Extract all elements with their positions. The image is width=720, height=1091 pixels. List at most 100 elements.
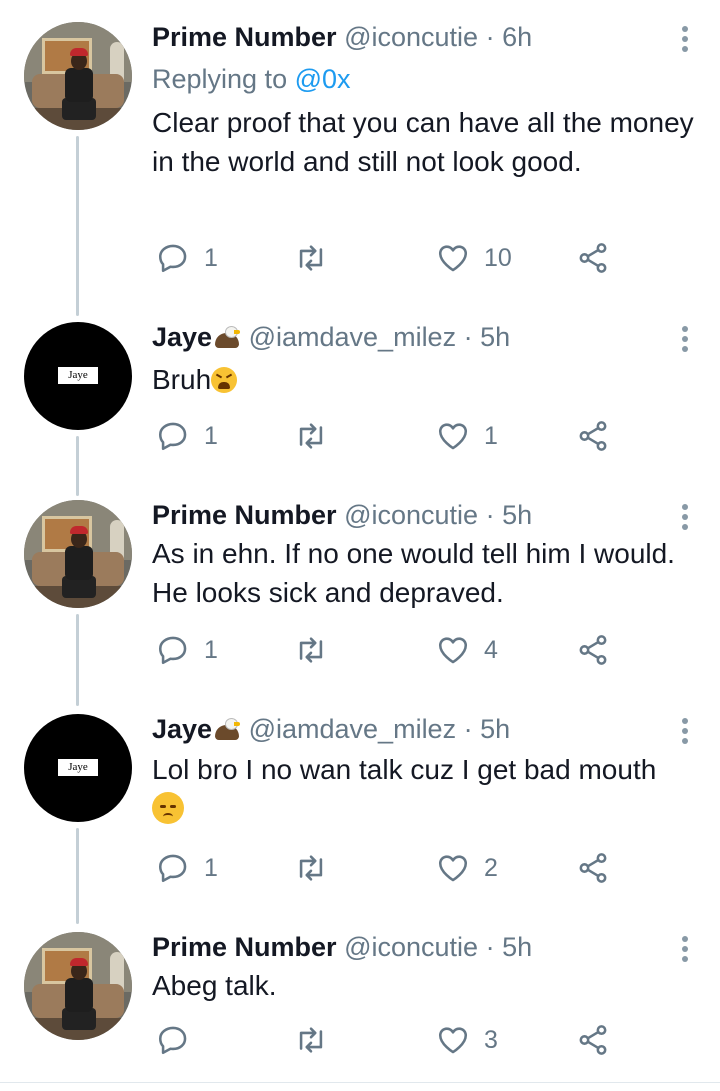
like-count: 10 (484, 243, 512, 272)
eagle-emoji-icon (213, 716, 241, 742)
heart-icon (438, 855, 468, 882)
reply-count: 1 (204, 853, 218, 882)
heart-icon (438, 637, 468, 664)
timestamp[interactable]: · 5h (464, 714, 511, 744)
avatar[interactable]: Jaye (24, 714, 132, 822)
display-name[interactable]: Jaye (152, 714, 212, 744)
user-handle[interactable]: @iconcutie (344, 500, 478, 530)
reply-bubble-icon (158, 636, 187, 665)
like-count: 2 (484, 853, 498, 882)
more-vertical-icon[interactable] (678, 22, 692, 56)
retweet-button[interactable] (294, 630, 342, 670)
share-icon (579, 1025, 607, 1055)
tweet-actions: 1 4 (152, 630, 632, 670)
more-vertical-icon[interactable] (678, 932, 692, 966)
like-button[interactable]: 4 (436, 630, 498, 670)
timestamp[interactable]: · 5h (464, 322, 511, 352)
tweet-header: Prime Number @iconcutie · 5h (152, 930, 532, 964)
share-icon (579, 853, 607, 883)
share-button[interactable] (576, 630, 610, 670)
reply-button[interactable]: 1 (156, 416, 218, 456)
timestamp[interactable]: · 5h (486, 932, 533, 962)
heart-icon (438, 1027, 468, 1054)
timestamp[interactable]: · 5h (486, 500, 533, 530)
replying-to: Replying to @0x (152, 62, 351, 96)
display-name[interactable]: Prime Number (152, 22, 337, 52)
tired-face-emoji-icon (211, 367, 238, 393)
avatar[interactable]: Jaye (24, 322, 132, 430)
tweet-text: Abeg talk. (152, 970, 277, 1001)
display-name[interactable]: Jaye (152, 322, 212, 352)
reply-count: 1 (204, 243, 218, 272)
avatar[interactable] (24, 932, 132, 1040)
retweet-button[interactable] (294, 1020, 342, 1060)
tweet-text-container: Lol bro I no wan talk cuz I get bad mout… (152, 750, 697, 828)
replying-label: Replying to (152, 64, 288, 94)
tweet-actions: 1 2 (152, 848, 632, 888)
tweet-text: Clear proof that you can have all the mo… (152, 107, 694, 177)
avatar[interactable] (24, 22, 132, 130)
reply-bubble-icon (158, 244, 187, 273)
tweet-actions: 3 (152, 1020, 632, 1060)
thread-connector (76, 614, 79, 706)
tweet-text: Bruh (152, 364, 212, 395)
tweet-text: Lol bro I no wan talk cuz I get bad mout… (152, 754, 657, 785)
share-button[interactable] (576, 848, 610, 888)
tweet-text-container: Bruh (152, 360, 697, 399)
timestamp[interactable]: · 6h (486, 22, 533, 52)
thread-connector (76, 436, 79, 496)
disappointed-face-emoji-icon (152, 792, 184, 824)
share-button[interactable] (576, 238, 610, 278)
share-button[interactable] (576, 1020, 610, 1060)
retweet-button[interactable] (294, 848, 342, 888)
divider (0, 1082, 720, 1083)
reply-button[interactable]: 1 (156, 630, 218, 670)
reply-button[interactable]: 1 (156, 848, 218, 888)
tweet-header: Prime Number @iconcutie · 5h (152, 498, 532, 532)
more-vertical-icon[interactable] (678, 714, 692, 748)
avatar-logo-text: Jaye (58, 759, 98, 776)
like-button[interactable]: 3 (436, 1020, 498, 1060)
like-count: 3 (484, 1025, 498, 1054)
reply-bubble-icon (158, 854, 187, 883)
retweet-icon (299, 855, 323, 881)
thread-connector (76, 136, 79, 316)
reply-count: 1 (204, 421, 218, 450)
tweet-header: Jaye @iamdave_milez · 5h (152, 320, 510, 354)
like-button[interactable]: 10 (436, 238, 512, 278)
share-icon (579, 635, 607, 665)
share-icon (579, 243, 607, 273)
retweet-button[interactable] (294, 238, 342, 278)
user-handle[interactable]: @iamdave_milez (249, 714, 456, 744)
reply-bubble-icon (158, 422, 187, 451)
user-handle[interactable]: @iconcutie (344, 932, 478, 962)
share-icon (579, 421, 607, 451)
heart-icon (438, 245, 468, 272)
thread-connector (76, 828, 79, 924)
like-button[interactable]: 2 (436, 848, 498, 888)
user-handle[interactable]: @iconcutie (344, 22, 478, 52)
display-name[interactable]: Prime Number (152, 932, 337, 962)
reply-bubble-icon (158, 1026, 187, 1055)
like-button[interactable]: 1 (436, 416, 498, 456)
retweet-button[interactable] (294, 416, 342, 456)
tweet-text: As in ehn. If no one would tell him I wo… (152, 538, 675, 608)
retweet-icon (299, 423, 323, 449)
avatar[interactable] (24, 500, 132, 608)
eagle-emoji-icon (213, 324, 241, 350)
reply-button[interactable]: 1 (156, 238, 218, 278)
reply-button[interactable] (156, 1020, 204, 1060)
more-vertical-icon[interactable] (678, 500, 692, 534)
heart-icon (438, 423, 468, 450)
display-name[interactable]: Prime Number (152, 500, 337, 530)
share-button[interactable] (576, 416, 610, 456)
more-vertical-icon[interactable] (678, 322, 692, 356)
reply-count: 1 (204, 635, 218, 664)
user-handle[interactable]: @iamdave_milez (249, 322, 456, 352)
retweet-icon (299, 1027, 323, 1053)
tweet-actions: 1 10 (152, 238, 632, 278)
retweet-icon (299, 637, 323, 663)
tweet-header: Prime Number @iconcutie · 6h (152, 20, 532, 54)
like-count: 4 (484, 635, 498, 664)
replying-handle-link[interactable]: @0x (295, 64, 351, 94)
